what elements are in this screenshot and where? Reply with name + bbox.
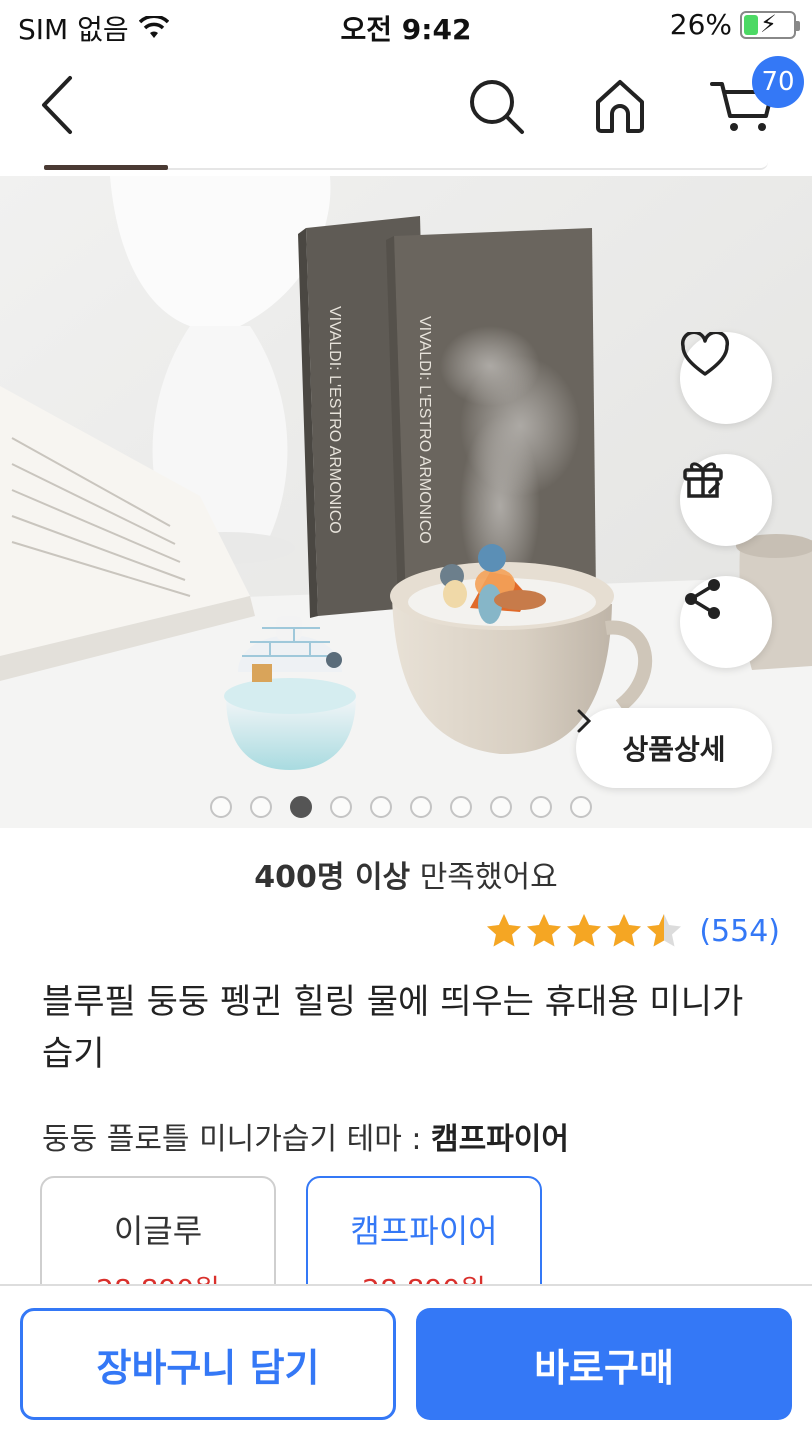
carousel-dot[interactable] [450,796,472,818]
gift-button[interactable] [680,454,772,546]
rating-row[interactable]: (554) [485,912,780,950]
battery-percent: 26% [669,8,732,41]
option-label: 둥둥 플로틀 미니가습기 테마 : 캠프파이어 [42,1114,569,1158]
carousel-dot[interactable] [370,796,392,818]
product-title: 블루필 둥둥 펭귄 힐링 물에 띄우는 휴대용 미니가습기 [42,982,744,1074]
back-icon[interactable] [32,70,86,140]
gift-icon [683,462,723,498]
carousel-dot[interactable] [410,796,432,818]
status-bar: SIM 없음 오전 9:42 26% ⚡ [0,0,812,52]
heart-icon [680,332,730,376]
star-icon [487,914,522,947]
star-icon [647,914,682,947]
product-image-carousel[interactable]: VIVALDI: L'ESTRO ARMONICO VIVALDI: L'EST… [0,176,812,828]
tab-indicator [44,165,168,170]
carousel-dot[interactable] [250,796,272,818]
review-count-link[interactable]: (554) [699,914,780,949]
option-name: 캠프파이어 [350,1212,498,1250]
cart-count-badge: 70 [752,56,804,108]
satisfaction-text: 400명 이상 만족했어요 [0,852,812,896]
option-selected-value: 캠프파이어 [431,1122,569,1157]
status-right: 26% ⚡ [669,8,800,41]
carousel-dot[interactable] [530,796,552,818]
carousel-dot[interactable] [330,796,352,818]
carousel-dot[interactable] [490,796,512,818]
add-to-cart-button[interactable]: 장바구니 담기 [20,1308,396,1420]
star-icon [527,914,562,947]
wishlist-button[interactable] [680,332,772,424]
star-icon [567,914,602,947]
chevron-right-icon [577,709,592,733]
product-detail-button[interactable]: 상품상세 [576,708,772,788]
satisfaction-suffix: 만족했어요 [410,860,558,895]
nav-bar: 70 [0,52,812,170]
star-icon [607,914,642,947]
bottom-action-bar: 장바구니 담기 바로구매 [0,1284,812,1440]
share-icon [685,579,720,619]
carousel-dot[interactable] [570,796,592,818]
product-detail-label: 상품상세 [622,733,726,766]
carousel-dot[interactable] [210,796,232,818]
image-tab-strip [44,160,768,170]
share-button[interactable] [680,576,772,668]
battery-icon: ⚡ [740,10,800,39]
star-rating [485,912,683,950]
search-icon[interactable] [466,76,526,136]
satisfaction-count: 400명 이상 [254,860,411,895]
svg-text:VIVALDI: L'ESTRO ARMONICO: VIVALDI: L'ESTRO ARMONICO [416,316,433,544]
option-label-prefix: 둥둥 플로틀 미니가습기 테마 : [42,1122,431,1157]
carousel-dot[interactable] [290,796,312,818]
buy-now-button[interactable]: 바로구매 [416,1308,792,1420]
carousel-dots [210,796,592,818]
home-icon[interactable] [590,76,650,136]
svg-text:VIVALDI: L'ESTRO ARMONICO: VIVALDI: L'ESTRO ARMONICO [326,306,343,534]
option-name: 이글루 [113,1212,203,1250]
